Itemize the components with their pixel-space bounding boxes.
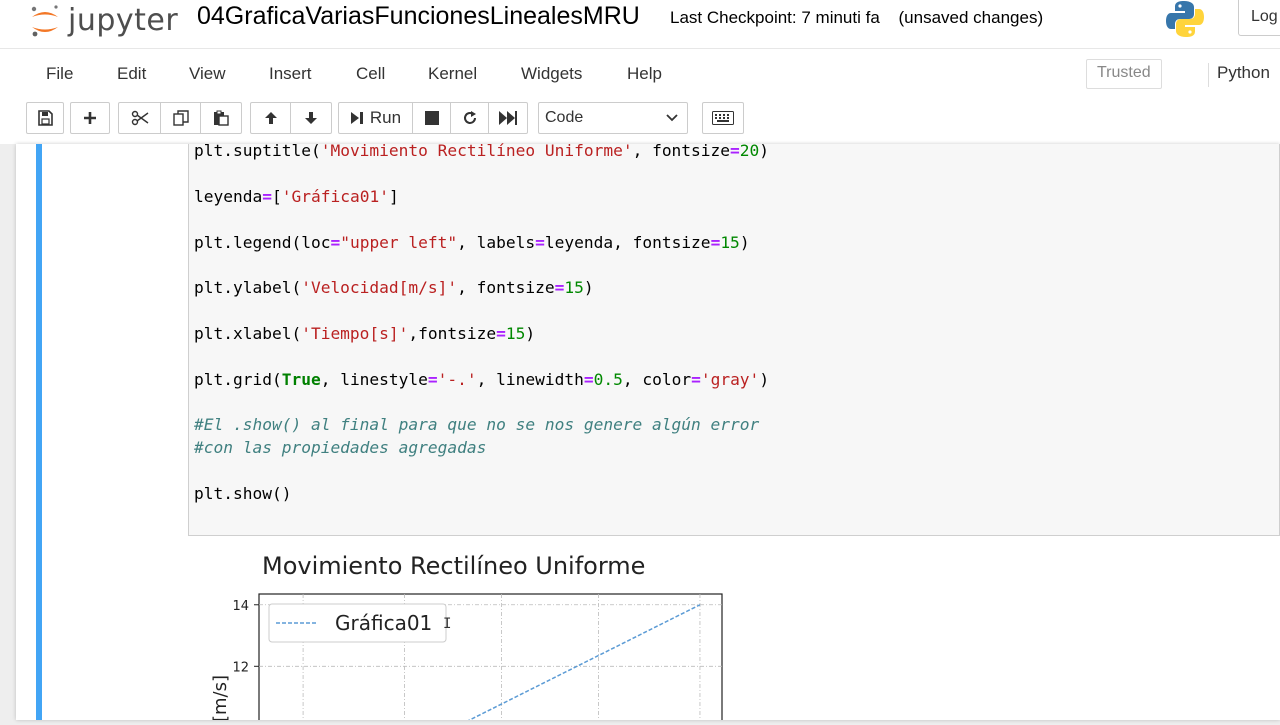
code-comment-2: #con las propiedades agregadas — [194, 438, 487, 457]
kernel-indicator[interactable]: Python — [1208, 63, 1270, 87]
toolbar: Run Code — [0, 94, 1280, 144]
insert-cell-button[interactable] — [70, 102, 110, 134]
code-line-ylabel: plt.ylabel('Velocidad[m/s]', fontsize=15… — [194, 278, 594, 297]
restart-button[interactable] — [451, 103, 489, 133]
y-tick-label-14: 14 — [232, 599, 249, 614]
jupyter-mark-icon — [28, 3, 62, 37]
move-up-button[interactable] — [251, 103, 291, 133]
run-label: Run — [369, 108, 402, 127]
code-line-xlabel: plt.xlabel('Tiempo[s]',fontsize=15) — [194, 324, 536, 343]
plus-icon — [84, 112, 96, 124]
copy-icon — [172, 110, 189, 126]
cut-button[interactable] — [119, 103, 161, 133]
arrow-down-icon — [305, 112, 317, 124]
copy-button[interactable] — [161, 103, 201, 133]
legend-label: Gráfica01 — [335, 611, 432, 635]
edit-button-group — [118, 102, 242, 134]
autosave-status: (unsaved changes) — [898, 8, 1044, 27]
interrupt-button[interactable] — [413, 103, 451, 133]
move-down-button[interactable] — [291, 103, 331, 133]
keyboard-icon — [712, 111, 734, 125]
menu-file[interactable]: File — [46, 64, 73, 84]
menu-insert[interactable]: Insert — [269, 64, 312, 84]
jupyter-logo[interactable]: jupyter — [28, 0, 178, 40]
save-button[interactable] — [26, 102, 64, 134]
checkpoint-status: Last Checkpoint: 7 minuti fa (unsaved ch… — [670, 8, 1043, 28]
menu-widgets[interactable]: Widgets — [521, 64, 582, 84]
menu-cell[interactable]: Cell — [356, 64, 385, 84]
selected-cell-indicator — [36, 144, 42, 720]
fast-forward-icon — [499, 111, 517, 125]
code-line-grid: plt.grid(True, linestyle='-.', linewidth… — [194, 370, 770, 389]
chart-title: Movimiento Rectilíneo Uniforme — [262, 552, 645, 580]
trusted-badge[interactable]: Trusted — [1086, 59, 1162, 89]
legend-box: Gráfica01 — [268, 603, 447, 643]
y-axis-label: [m/s] — [210, 675, 231, 720]
header: jupyter 04GraficaVariasFuncionesLineales… — [0, 0, 1280, 48]
notebook-title[interactable]: 04GraficaVariasFuncionesLinealesMRU — [197, 2, 640, 31]
command-palette-button[interactable] — [702, 102, 744, 134]
python-logo-icon — [1166, 0, 1204, 38]
menu-kernel[interactable]: Kernel — [428, 64, 477, 84]
step-forward-icon — [350, 112, 363, 124]
mru-chart: Movimiento Rectilíneo Uniforme 12 14 [m/s… — [210, 552, 723, 725]
code-line-legend: plt.legend(loc="upper left", labels=leye… — [194, 233, 750, 252]
last-checkpoint: Last Checkpoint: 7 minuti fa — [670, 8, 880, 27]
cell-output: Movimiento Rectilíneo Uniforme 12 14 [m/s… — [188, 536, 1280, 725]
logout-button[interactable]: Log — [1238, 0, 1280, 36]
y-axis-ticks: 12 14 — [232, 599, 259, 675]
y-tick-label-12: 12 — [232, 660, 249, 675]
cell-type-value: Code — [545, 109, 584, 126]
move-button-group — [250, 102, 332, 134]
arrow-up-icon — [264, 112, 277, 124]
paste-icon — [214, 110, 229, 126]
code-line-suptitle: plt.suptitle('Movimiento Rectilíneo Unif… — [194, 141, 770, 160]
code-line-leyenda: leyenda=['Gráfica01'] — [194, 187, 399, 206]
run-button-group: Run — [338, 102, 528, 134]
logo-text: jupyter — [68, 2, 179, 38]
run-button[interactable]: Run — [339, 103, 413, 133]
notebook-site: plt.suptitle('Movimiento Rectilíneo Unif… — [0, 141, 1280, 725]
paste-button[interactable] — [201, 103, 241, 133]
stop-icon — [424, 111, 439, 125]
scissors-icon — [131, 110, 148, 126]
code-line-show: plt.show() — [194, 484, 292, 503]
save-icon — [38, 110, 53, 126]
cell-type-select[interactable]: Code — [538, 102, 688, 134]
menu-view[interactable]: View — [189, 64, 226, 84]
code-comment-1: #El .show() al final para que no se nos … — [194, 415, 760, 434]
restart-run-all-button[interactable] — [489, 103, 527, 133]
menu-edit[interactable]: Edit — [117, 64, 146, 84]
menu-help[interactable]: Help — [627, 64, 662, 84]
text-cursor-icon: I — [443, 616, 452, 632]
notebook-container: plt.suptitle('Movimiento Rectilíneo Unif… — [16, 141, 1280, 725]
chevron-down-icon — [666, 114, 678, 122]
restart-icon — [463, 111, 476, 124]
